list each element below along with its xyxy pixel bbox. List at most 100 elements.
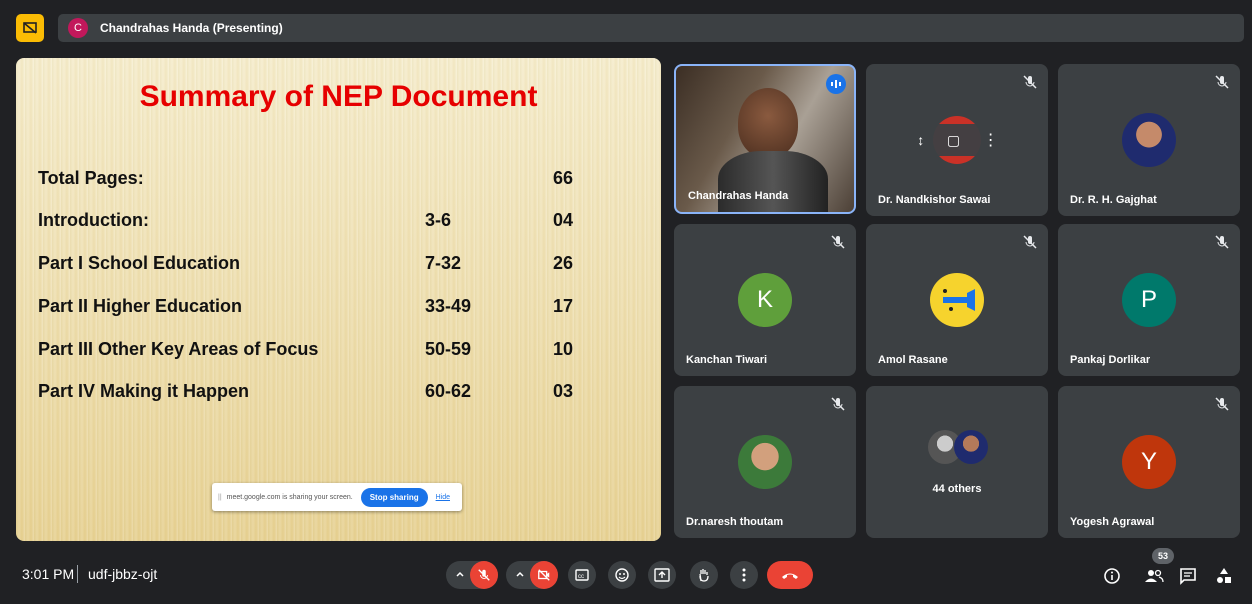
slide-row: Part IV Making it Happen 60-62 03: [38, 381, 638, 405]
chevron-up-icon[interactable]: [454, 568, 466, 580]
avatar: [930, 273, 984, 327]
row-range: 50-59: [425, 339, 472, 359]
presentation-icon[interactable]: [16, 14, 44, 42]
row-count: 10: [553, 339, 574, 359]
avatar: [1122, 113, 1176, 167]
participant-tile[interactable]: Dr.naresh thoutam: [674, 386, 856, 538]
participant-video-body: [718, 151, 828, 212]
divider: [77, 565, 78, 583]
more-vert-icon: [742, 568, 746, 582]
shared-screen: Summary of NEP Document Total Pages: 66 …: [16, 58, 661, 541]
stop-sharing-button[interactable]: Stop sharing: [360, 487, 428, 507]
participant-count-badge: 53: [1152, 548, 1174, 564]
activities-button[interactable]: [1212, 564, 1236, 588]
participant-name: Yogesh Agrawal: [1070, 516, 1155, 528]
mic-off-icon: [831, 397, 845, 411]
row-label: Part II Higher Education: [38, 296, 243, 316]
more-options-button[interactable]: [730, 561, 758, 589]
participant-name: Chandrahas Handa: [688, 190, 789, 202]
hand-icon: [699, 569, 709, 582]
row-count: 04: [553, 210, 574, 230]
raise-hand-button[interactable]: [690, 561, 718, 589]
meeting-details-button[interactable]: [1100, 564, 1124, 588]
camera-off-icon: [538, 569, 550, 581]
slide-row: Total Pages: 66: [38, 168, 638, 192]
leave-call-button[interactable]: [767, 561, 813, 589]
participant-tile[interactable]: Amol Rasane: [866, 224, 1048, 376]
participant-tile[interactable]: Dr. R. H. Gajghat: [1058, 64, 1240, 216]
people-button[interactable]: [1142, 564, 1166, 588]
mic-off-icon: [478, 569, 490, 581]
participant-tile[interactable]: Chandrahas Handa: [674, 64, 856, 214]
hang-up-icon: [782, 573, 798, 579]
hide-link[interactable]: Hide: [436, 494, 450, 501]
participant-tile[interactable]: ↕ ▢ ⋮ Dr. Nandkishor Sawai: [866, 64, 1048, 216]
mic-off-icon: [1215, 235, 1229, 249]
row-range: 7-32: [425, 253, 462, 273]
chevron-up-icon[interactable]: [514, 568, 526, 580]
row-label: Part I School Education: [38, 253, 241, 273]
participant-name: Dr.naresh thoutam: [686, 516, 784, 528]
present-button[interactable]: [648, 561, 676, 589]
avatar: P: [1122, 273, 1176, 327]
chat-button[interactable]: [1176, 564, 1200, 588]
slide-row: Introduction: 3-6 04: [38, 210, 638, 234]
participant-name: Dr. Nandkishor Sawai: [878, 194, 991, 206]
participant-video: [738, 88, 798, 158]
mic-off-icon: [1215, 75, 1229, 89]
camera-control[interactable]: [506, 561, 558, 589]
participant-name: Kanchan Tiwari: [686, 354, 768, 366]
mic-off-icon: [831, 235, 845, 249]
presenter-avatar: C: [68, 18, 88, 38]
slide-row: Part III Other Key Areas of Focus 50-59 …: [38, 339, 638, 363]
others-count: 44 others: [932, 483, 982, 495]
activities-icon: [1217, 568, 1231, 583]
emoji-icon: [615, 568, 629, 582]
meeting-controls-bar: 3:01 PM udf-jbbz-ojt cc 53: [0, 548, 1252, 604]
avatar: K: [738, 273, 792, 327]
participant-name: Amol Rasane: [878, 354, 948, 366]
mic-off-button[interactable]: [470, 561, 498, 589]
microphone-control[interactable]: [446, 561, 498, 589]
mic-off-icon: [1023, 75, 1037, 89]
present-screen-icon: [654, 568, 670, 582]
participant-name: Dr. R. H. Gajghat: [1070, 194, 1157, 206]
participant-tile[interactable]: K Kanchan Tiwari: [674, 224, 856, 376]
participant-name: Pankaj Dorlikar: [1070, 354, 1151, 366]
mic-off-icon: [1023, 235, 1037, 249]
drag-handle-icon[interactable]: ||: [218, 494, 222, 501]
meeting-code: udf-jbbz-ojt: [88, 566, 158, 582]
row-count: 17: [553, 296, 574, 316]
chat-icon: [1180, 568, 1196, 585]
captions-button[interactable]: cc: [568, 561, 596, 589]
avatar: [738, 435, 792, 489]
trumpet-icon: [943, 289, 975, 311]
captions-icon: cc: [575, 569, 589, 581]
participant-tile[interactable]: P Pankaj Dorlikar: [1058, 224, 1240, 376]
mic-off-icon: [1215, 397, 1229, 411]
remove-video-icon[interactable]: ▢: [947, 132, 960, 149]
clock: 3:01 PM: [22, 566, 75, 582]
slide-row: Part I School Education 7-32 26: [38, 253, 638, 277]
info-icon: [1104, 568, 1120, 584]
reactions-button[interactable]: [608, 561, 636, 589]
share-message: meet.google.com is sharing your screen.: [226, 493, 353, 501]
presenter-pill[interactable]: C Chandrahas Handa (Presenting): [58, 14, 1244, 42]
participant-tile[interactable]: 44 others: [866, 386, 1048, 538]
row-count: 03: [553, 381, 574, 401]
pin-icon[interactable]: ↕: [917, 132, 924, 148]
row-label: Introduction:: [38, 210, 149, 230]
avatar: Y: [1122, 435, 1176, 489]
tile-hover-controls: ↕ ▢ ⋮: [906, 124, 1010, 156]
row-label: Part III Other Key Areas of Focus: [38, 339, 319, 359]
row-count: 66: [553, 168, 574, 188]
presenter-label: Chandrahas Handa (Presenting): [100, 21, 283, 35]
camera-off-button[interactable]: [530, 561, 558, 589]
row-range: 60-62: [425, 381, 472, 401]
more-options-icon[interactable]: ⋮: [983, 130, 999, 150]
presenting-bar: C Chandrahas Handa (Presenting): [8, 8, 1244, 46]
row-label: Total Pages:: [38, 168, 144, 188]
slide-row: Part II Higher Education 33-49 17: [38, 296, 638, 320]
participant-tile[interactable]: Y Yogesh Agrawal: [1058, 386, 1240, 538]
people-icon: [1145, 569, 1164, 583]
